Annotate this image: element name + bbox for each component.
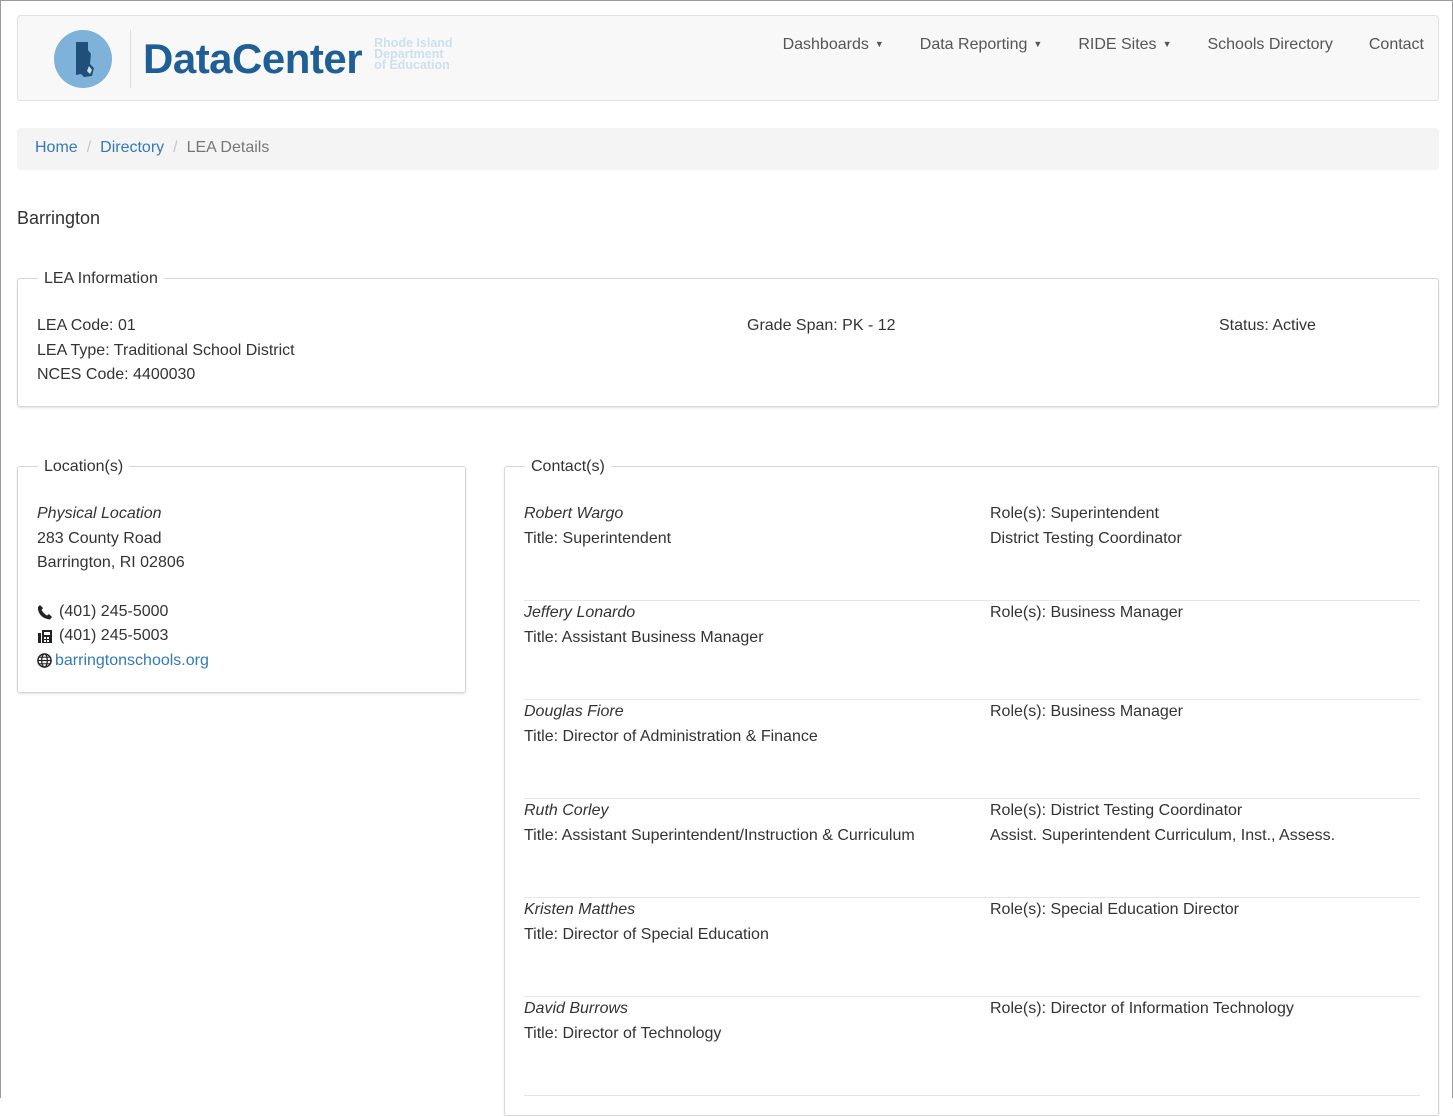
contact-name: Robert Wargo — [524, 505, 624, 522]
phone-icon — [37, 604, 52, 620]
contacts-panel: Contact(s) Robert Wargo Title: Superinte… — [504, 457, 1439, 1116]
contact-role: District Testing Coordinator — [990, 529, 1182, 547]
contact-role: Role(s): Special Education Director — [990, 901, 1239, 918]
address-line-2: Barrington, RI 02806 — [37, 554, 185, 571]
nav-label: Contact — [1368, 36, 1424, 53]
lea-information-panel: LEA Information LEA Code: 01 LEA Type: T… — [17, 269, 1439, 407]
navbar: DataCenter Rhode Island Department of Ed… — [17, 15, 1439, 101]
panel-legend: Contact(s) — [525, 457, 611, 477]
breadcrumb-directory[interactable]: Directory — [100, 139, 164, 156]
contact-item: Robert Wargo Title: Superintendent Role(… — [524, 502, 1420, 601]
website-link[interactable]: barringtonschools.org — [55, 649, 209, 674]
nav-schools-directory[interactable]: Schools Directory — [1189, 34, 1350, 56]
contact-item: David Burrows Title: Director of Technol… — [524, 997, 1420, 1096]
lea-type: LEA Type: Traditional School District — [37, 341, 295, 359]
contact-item: Jeffery Lonardo Title: Assistant Busines… — [524, 601, 1420, 700]
contact-item: Douglas Fiore Title: Director of Adminis… — [524, 700, 1420, 799]
locations-panel: Location(s) Physical Location 283 County… — [17, 457, 466, 693]
contact-title: Title: Director of Special Education — [524, 925, 769, 943]
contact-title: Title: Assistant Superintendent/Instruct… — [524, 826, 915, 844]
contact-item: Ruth Corley Title: Assistant Superintend… — [524, 799, 1420, 898]
fax-row: (401) 245-5003 — [37, 624, 209, 649]
contact-role: Role(s): Director of Information Technol… — [990, 1000, 1294, 1017]
nav-ride-sites[interactable]: RIDE Sites ▼ — [1060, 34, 1189, 56]
rhode-island-logo-icon — [54, 30, 112, 88]
breadcrumb-separator: / — [86, 139, 92, 156]
location-label: Physical Location — [37, 505, 162, 522]
nav-label: Schools Directory — [1207, 36, 1333, 53]
contact-item: Kristen Matthes Title: Director of Speci… — [524, 898, 1420, 997]
contact-name: David Burrows — [524, 1000, 629, 1017]
status: Status: Active — [1219, 317, 1316, 334]
brand[interactable]: DataCenter Rhode Island Department of Ed… — [54, 26, 453, 92]
nces-code: NCES Code: 4400030 — [37, 366, 196, 383]
contact-role: Role(s): Superintendent — [990, 505, 1159, 522]
contact-role: Role(s): Business Manager — [990, 604, 1183, 621]
nav-menu: Dashboards ▼ Data Reporting ▼ RIDE Sites ▼ … — [765, 34, 1424, 56]
brand-subtitle: Rhode Island Department of Education — [374, 36, 452, 72]
nav-label: Dashboards — [782, 36, 869, 54]
contact-role: Assist. Superintendent Curriculum, Inst.… — [990, 826, 1336, 844]
globe-icon — [37, 653, 52, 669]
contact-title: Title: Assistant Business Manager — [524, 628, 764, 646]
nav-contact[interactable]: Contact — [1351, 34, 1424, 56]
phone-row: (401) 245-5000 — [37, 600, 209, 625]
website-row: barringtonschools.org — [37, 649, 209, 674]
contact-title: Title: Director of Administration & Fina… — [524, 727, 818, 745]
caret-down-icon: ▼ — [1162, 39, 1172, 49]
contact-name: Kristen Matthes — [524, 901, 636, 918]
contact-name: Douglas Fiore — [524, 703, 624, 720]
page-title: Barrington — [17, 208, 101, 228]
breadcrumb-home[interactable]: Home — [35, 139, 78, 156]
contact-title: Title: Director of Technology — [524, 1024, 722, 1042]
contact-name: Ruth Corley — [524, 802, 609, 819]
nav-dashboards[interactable]: Dashboards ▼ — [765, 34, 902, 56]
caret-down-icon: ▼ — [1033, 39, 1043, 49]
address-line-1: 283 County Road — [37, 529, 162, 547]
fax-number: (401) 245-5003 — [59, 627, 169, 644]
caret-down-icon: ▼ — [874, 39, 884, 49]
panel-legend: LEA Information — [38, 269, 164, 289]
breadcrumb-current: LEA Details — [186, 139, 270, 156]
panel-legend: Location(s) — [38, 457, 130, 477]
contact-role: Role(s): Business Manager — [990, 703, 1183, 720]
brand-divider — [130, 30, 131, 88]
breadcrumb: Home / Directory / LEA Details — [17, 128, 1439, 170]
grade-span: Grade Span: PK - 12 — [747, 317, 896, 334]
nav-label: Data Reporting — [919, 36, 1028, 54]
brand-sub-line: of Education — [374, 57, 450, 72]
nav-label: RIDE Sites — [1078, 36, 1157, 54]
contact-role: Role(s): District Testing Coordinator — [990, 802, 1243, 819]
contact-title: Title: Superintendent — [524, 529, 672, 547]
breadcrumb-separator: / — [173, 139, 178, 156]
brand-name: DataCenter — [143, 35, 363, 82]
phone-number: (401) 245-5000 — [59, 602, 169, 620]
contact-name: Jeffery Lonardo — [524, 604, 636, 621]
fax-icon — [38, 630, 52, 644]
nav-data-reporting[interactable]: Data Reporting ▼ — [902, 34, 1061, 56]
lea-code: LEA Code: 01 — [37, 317, 136, 334]
